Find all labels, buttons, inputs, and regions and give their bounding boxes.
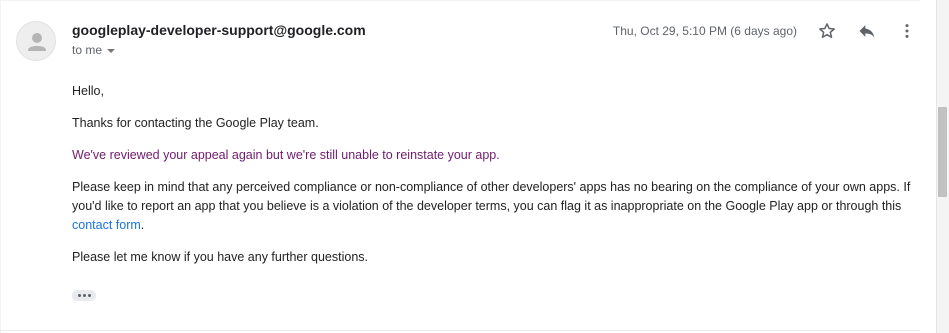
caret-down-icon [107,48,116,53]
ellipsis-dot [87,294,91,297]
recipient-details-toggle[interactable]: to me [72,43,116,57]
contact-form-link[interactable]: contact form [72,218,141,232]
recipient-label: to me [72,43,103,57]
left-edge [0,0,1,333]
ellipsis-dot [82,294,86,297]
message-timestamp: Thu, Oct 29, 5:10 PM (6 days ago) [612,24,797,38]
compliance-end: . [140,218,145,232]
show-trimmed-content-button[interactable] [72,290,96,301]
email-message: googleplay-developer-support@google.com … [0,0,949,333]
more-options-button[interactable] [895,19,919,43]
compliance-text: Please keep in mind that any perceived c… [72,180,911,213]
person-icon [28,33,46,51]
more-vert-icon [905,24,909,38]
reply-icon [859,25,875,38]
bottom-divider [0,330,920,331]
greeting-paragraph: Hello, [72,84,104,98]
star-button[interactable] [815,19,839,43]
top-divider [0,0,920,1]
sender-email[interactable]: googleplay-developer-support@google.com [72,22,366,38]
compliance-paragraph: Please keep in mind that any perceived c… [72,178,920,235]
scrollbar-thumb[interactable] [938,107,947,197]
further-questions-paragraph: Please let me know if you have any furth… [72,250,368,264]
sender-avatar[interactable] [16,21,56,61]
reply-button[interactable] [855,19,879,43]
ellipsis-icon [77,294,81,297]
thanks-paragraph: Thanks for contacting the Google Play te… [72,116,319,130]
appeal-result-paragraph: We've reviewed your appeal again but we'… [72,148,500,162]
star-icon [819,23,835,38]
